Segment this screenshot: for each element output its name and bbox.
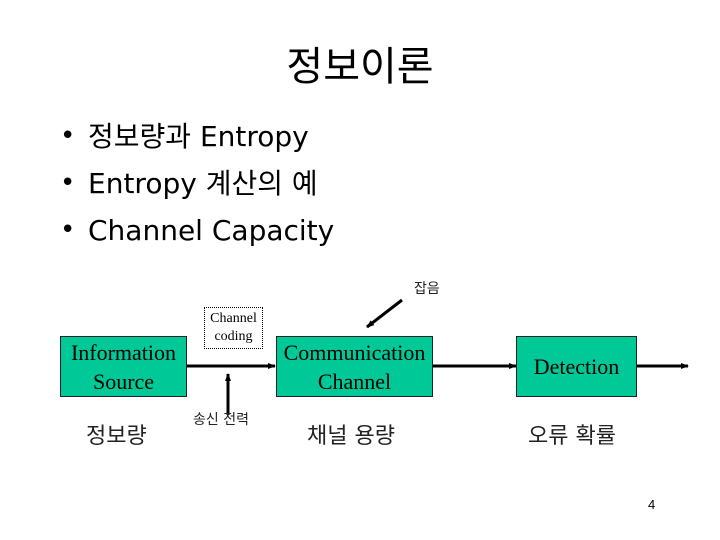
transmit-power-label: 송신 전력 [193, 412, 249, 428]
information-amount-caption: 정보량 [86, 424, 147, 449]
block-label: Channel [317, 368, 392, 394]
detection-block: Detection [516, 336, 637, 397]
page-number: 4 [648, 497, 656, 512]
block-label: Source [92, 368, 155, 394]
communication-channel-block: Communication Channel [276, 336, 433, 397]
noise-label: 잡음 [414, 281, 440, 297]
diagram-connectors [187, 298, 689, 415]
block-label: Communication [283, 339, 426, 365]
arrow-noise [366, 298, 403, 329]
coding-label: coding [214, 329, 253, 344]
block-label: Detection [533, 354, 620, 379]
channel-coding-note: Channel coding [204, 307, 263, 349]
error-probability-caption: 오류 확률 [528, 424, 616, 449]
block-label: Information [70, 339, 177, 365]
information-source-block: Information Source [60, 336, 187, 397]
channel-capacity-caption: 채널 용량 [307, 424, 395, 449]
coding-label: Channel [210, 311, 257, 326]
